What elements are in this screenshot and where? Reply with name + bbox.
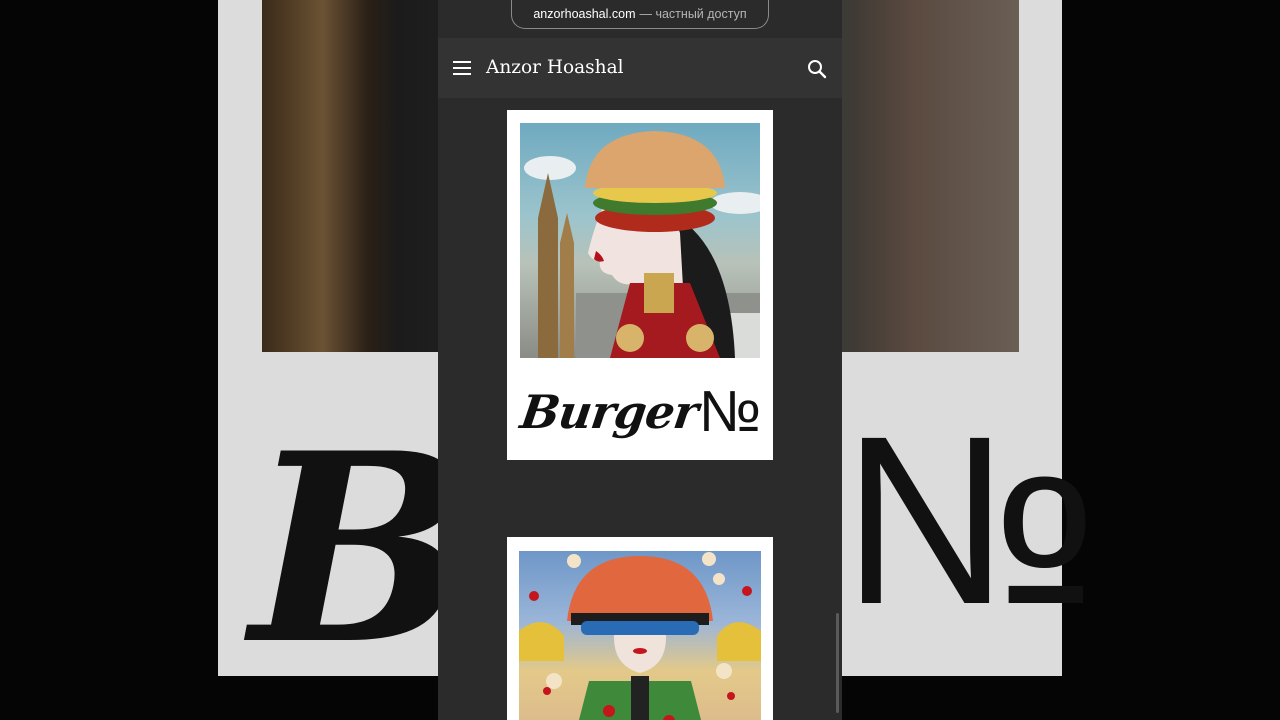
url-bar[interactable]: anzorhoashal.com — частный доступ [511,0,769,29]
site-title[interactable]: Anzor Hoashal [486,57,624,78]
post-card[interactable]: Burger № [507,110,773,460]
post-card[interactable] [507,537,773,720]
post-image[interactable] [520,123,760,358]
hamburger-menu-icon[interactable] [452,58,472,78]
phone-screen: Anzor Hoashal anzorhoashal.com — частный… [438,0,842,720]
app-bar: Anzor Hoashal [438,38,842,98]
background-logo-numero: № [840,386,1098,654]
url-text: anzorhoashal.com [533,7,636,21]
background-logo-script: B [250,397,470,702]
post-image[interactable] [519,551,761,720]
logo-script-text: Burger [517,385,702,439]
logo-numero-sign: № [698,379,761,444]
search-icon[interactable] [806,58,828,80]
burger-no-logo: Burger № [517,372,761,452]
scrollbar[interactable] [836,613,839,713]
private-access-label: — частный доступ [639,7,747,21]
